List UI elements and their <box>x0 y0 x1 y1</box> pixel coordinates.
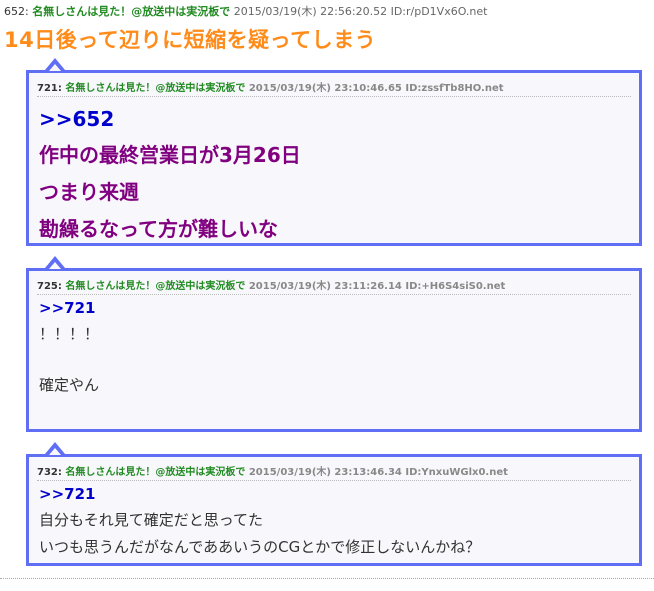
reply-line: 作中の最終営業日が3月26日 <box>39 143 301 167</box>
poster-name[interactable]: 名無しさんは見た！@放送中は実況板で <box>65 281 245 292</box>
reply-number: 725: <box>37 281 62 292</box>
poster-name[interactable]: 名無しさんは見た！@放送中は実況板で <box>65 83 245 94</box>
reply-header: 725: 名無しさんは見た！@放送中は実況板で 2015/03/19(木) 23… <box>37 277 631 295</box>
post-title: 14日後って辺りに短縮を疑ってしまう <box>4 28 377 52</box>
post-meta: 2015/03/19(木) 22:56:20.52 ID:r/pD1Vx6O.n… <box>233 5 488 18</box>
anchor-link[interactable]: >>652 <box>39 107 629 131</box>
reply-body: >>721 ！！！！ 確定やん <box>39 299 629 395</box>
reply-body: >>721 自分もそれ見て確定だと思ってた いつも思うんだがなんでああいうのCG… <box>39 485 629 557</box>
reply-line: 確定やん <box>39 376 100 394</box>
reply-line: 勘繰るなって方が難しいな <box>39 217 278 241</box>
reply-header: 732: 名無しさんは見た！@放送中は実況板で 2015/03/19(木) 23… <box>37 463 631 481</box>
anchor-link[interactable]: >>721 <box>39 485 629 503</box>
reply-card: 725: 名無しさんは見た！@放送中は実況板で 2015/03/19(木) 23… <box>26 256 642 432</box>
divider <box>0 578 654 579</box>
reply-number: 732: <box>37 467 62 478</box>
post-number: 652: <box>4 5 29 18</box>
poster-name[interactable]: 名無しさんは見た！@放送中は実況板で <box>32 5 230 18</box>
reply-number: 721: <box>37 83 62 94</box>
reply-line: ！！！！ <box>39 325 100 343</box>
reply-card: 721: 名無しさんは見た！@放送中は実況板で 2015/03/19(木) 23… <box>26 58 642 246</box>
reply-card: 732: 名無しさんは見た！@放送中は実況板で 2015/03/19(木) 23… <box>26 442 642 566</box>
reply-blank-line <box>39 350 629 368</box>
reply-line: 自分もそれ見て確定だと思ってた <box>39 511 263 529</box>
main-post-header: 652: 名無しさんは見た！@放送中は実況板で 2015/03/19(木) 22… <box>4 3 487 19</box>
reply-meta: 2015/03/19(木) 23:11:26.14 ID:+H6S4siS0.n… <box>248 281 506 292</box>
reply-body: >>652 作中の最終営業日が3月26日 つまり来週 勘繰るなって方が難しいな <box>39 107 629 242</box>
reply-line: つまり来週 <box>39 180 139 204</box>
reply-meta: 2015/03/19(木) 23:10:46.65 ID:zssfTb8HO.n… <box>248 83 504 94</box>
reply-header: 721: 名無しさんは見た！@放送中は実況板で 2015/03/19(木) 23… <box>37 79 631 97</box>
poster-name[interactable]: 名無しさんは見た！@放送中は実況板で <box>65 467 245 478</box>
reply-line: いつも思うんだがなんでああいうのCGとかで修正しないんかね？ <box>39 538 481 556</box>
anchor-link[interactable]: >>721 <box>39 299 629 317</box>
reply-meta: 2015/03/19(木) 23:13:46.34 ID:YnxuWGlx0.n… <box>248 467 508 478</box>
